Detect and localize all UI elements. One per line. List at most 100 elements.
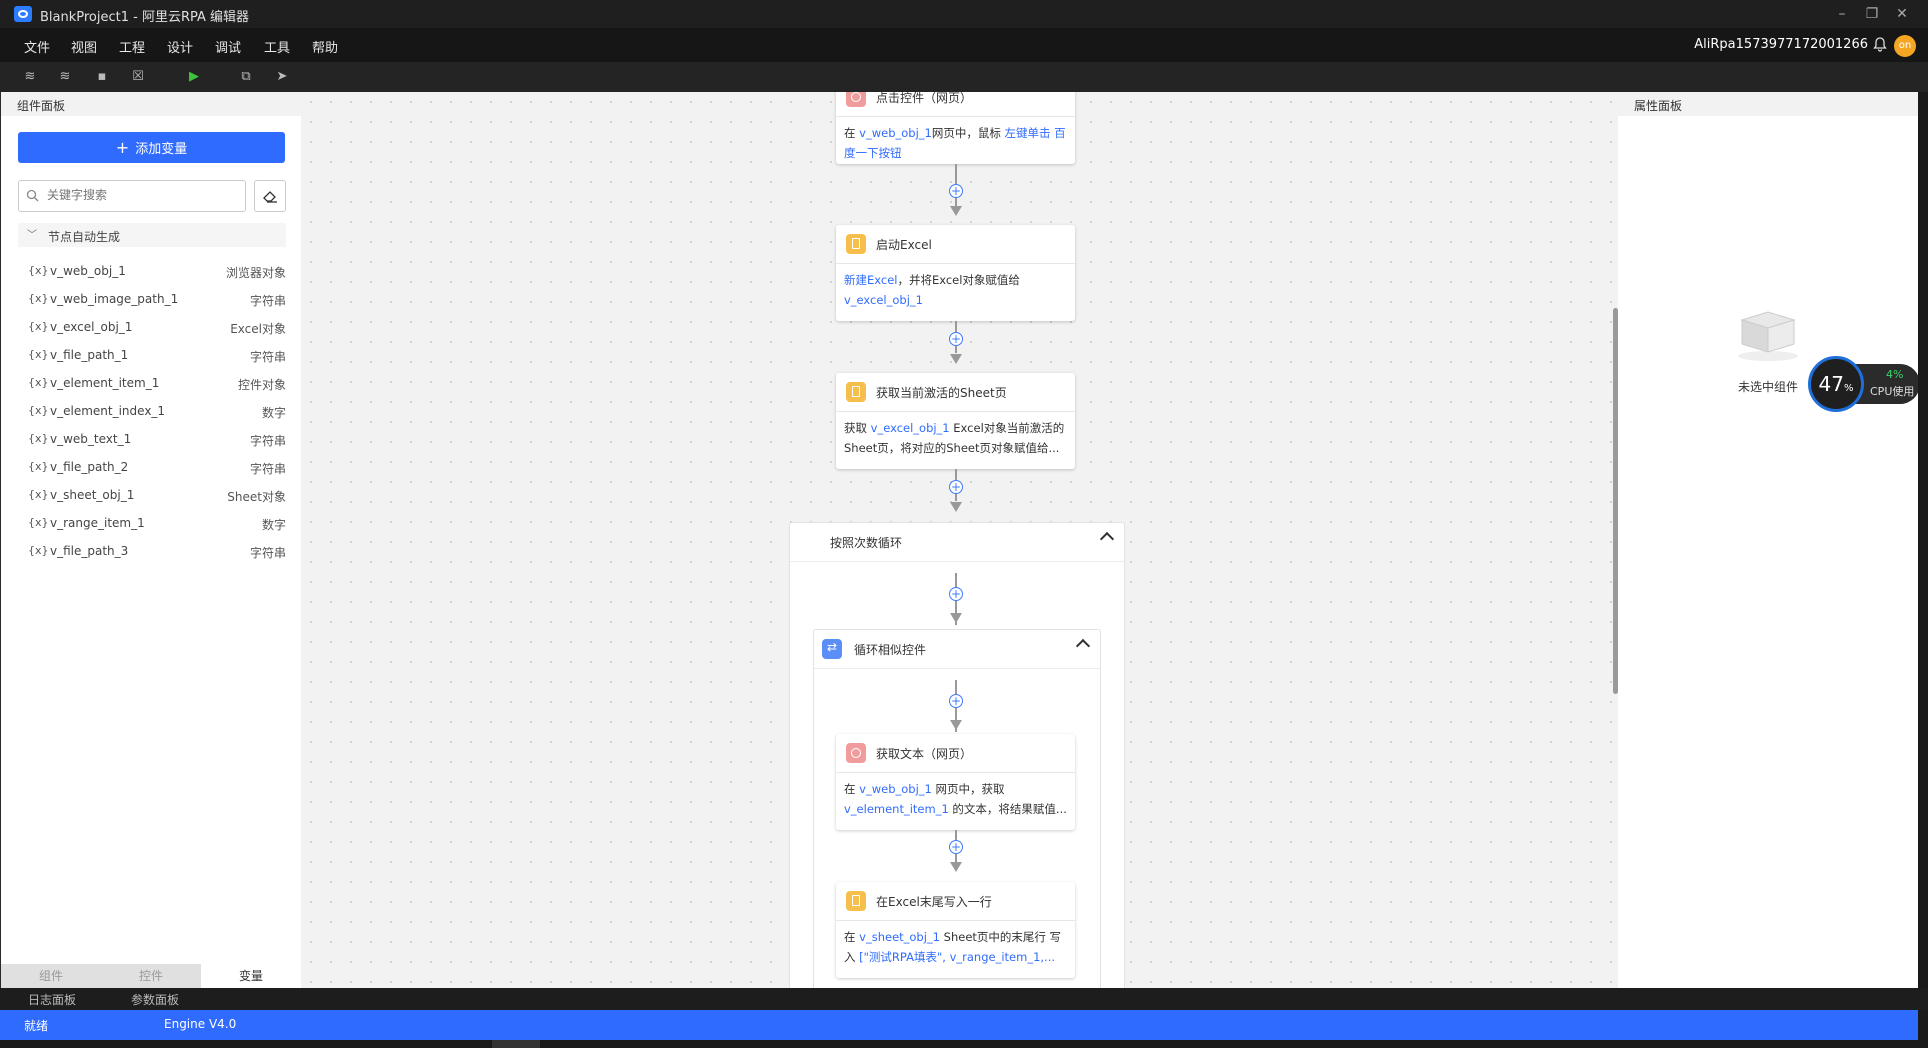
restore-button[interactable]: ❐ (1860, 4, 1884, 24)
desc-text: 在 (844, 782, 860, 796)
flow-canvas[interactable]: 点击控件（网页） 在 v_web_obj_1网页中，鼠标 左键单击 百度一下按钮… (301, 92, 1618, 988)
user-name[interactable]: AliRpa1573977172001266 (1694, 37, 1868, 52)
tab-controls[interactable]: 控件 (101, 964, 201, 988)
variable-icon: {x} (28, 404, 49, 417)
variable-item[interactable]: {x} v_file_path_3 字符串 (28, 538, 286, 566)
horizontal-scroll-thumb[interactable] (492, 1040, 540, 1048)
panel-header: 组件面板 (1, 92, 301, 116)
desc-variable[interactable]: v_element_item_1 (844, 802, 949, 816)
tab-components[interactable]: 组件 (1, 964, 101, 988)
empty-state-text: 未选中组件 (1738, 380, 1799, 394)
search-input[interactable] (45, 187, 239, 203)
add-node-icon[interactable]: + (949, 694, 963, 708)
node-title: 启动Excel (876, 238, 932, 252)
chevron-up-icon[interactable] (1075, 638, 1091, 654)
close-button[interactable]: ✕ (1890, 4, 1914, 24)
desc-variable[interactable]: v_sheet_obj_1 (859, 930, 940, 944)
left-panel-tabs: 组件 控件 变量 (1, 964, 301, 988)
copy-icon[interactable]: ⧉ (238, 69, 254, 85)
group-label: 节点自动生成 (48, 230, 121, 244)
variable-type: 数字 (261, 518, 286, 532)
menu-project[interactable]: 工程 (119, 37, 145, 56)
tab-variables[interactable]: 变量 (201, 964, 301, 988)
add-node-icon[interactable]: + (949, 332, 963, 346)
menu-tools[interactable]: 工具 (264, 37, 290, 56)
close-project-icon[interactable]: ☒ (130, 69, 146, 85)
bell-icon[interactable] (1872, 36, 1888, 52)
variable-icon: {x} (28, 516, 49, 529)
eraser-icon (263, 191, 277, 203)
variable-name: v_web_image_path_1 (50, 292, 179, 306)
node-write-excel-row[interactable]: 在Excel末尾写入一行 在 v_sheet_obj_1 Sheet页中的末尾行… (836, 882, 1075, 978)
layers-alt-icon[interactable]: ≋ (57, 69, 73, 85)
app-logo-icon (14, 6, 32, 22)
desc-variable[interactable]: v_excel_obj_1 (871, 421, 950, 435)
desc-variable[interactable]: v_excel_obj_1 (844, 293, 923, 307)
chevron-down-icon: ﹀ (27, 230, 37, 241)
variable-icon: {x} (28, 460, 49, 473)
variable-item[interactable]: {x} v_web_text_1 字符串 (28, 426, 286, 454)
variable-item[interactable]: {x} v_element_index_1 数字 (28, 398, 286, 426)
tab-log-panel[interactable]: 日志面板 (28, 991, 76, 1008)
node-title: 点击控件（网页） (876, 92, 973, 105)
desc-value[interactable]: ["测试RPA填表", v_range_item_1,... (859, 950, 1055, 964)
loop-similar-controls[interactable]: 循环相似控件 + 获取文本（网页） 在 v_web_obj_1 网页中，获取 v… (813, 629, 1101, 988)
save-icon[interactable]: ▪ (94, 69, 110, 85)
status-bar: 就绪 Engine V4.0 (0, 1010, 1918, 1040)
chevron-up-icon[interactable] (1099, 531, 1115, 547)
variable-item[interactable]: {x} v_range_item_1 数字 (28, 510, 286, 538)
variable-item[interactable]: {x} v_excel_obj_1 Excel对象 (28, 314, 286, 342)
variable-item[interactable]: {x} v_web_image_path_1 字符串 (28, 286, 286, 314)
minimize-button[interactable]: – (1830, 4, 1854, 24)
variable-item[interactable]: {x} v_file_path_2 字符串 (28, 454, 286, 482)
tab-param-panel[interactable]: 参数面板 (131, 991, 179, 1008)
menu-help[interactable]: 帮助 (312, 37, 338, 56)
bottom-strip (0, 1040, 1928, 1048)
node-get-active-sheet[interactable]: 获取当前激活的Sheet页 获取 v_excel_obj_1 Excel对象当前… (836, 373, 1075, 469)
arrow-icon (950, 613, 962, 623)
panel-title: 属性面板 (1634, 99, 1683, 113)
node-title: 获取当前激活的Sheet页 (876, 386, 1007, 400)
desc-text: 在 (844, 126, 860, 140)
add-node-icon[interactable]: + (949, 480, 963, 494)
variable-group[interactable]: ﹀ 节点自动生成 (18, 223, 286, 247)
panel-header: 属性面板 (1618, 92, 1918, 116)
variable-name: v_file_path_2 (50, 460, 129, 474)
variable-item[interactable]: {x} v_element_item_1 控件对象 (28, 370, 286, 398)
search-box[interactable] (18, 180, 246, 212)
variable-item[interactable]: {x} v_web_obj_1 浏览器对象 (28, 258, 286, 286)
variable-item[interactable]: {x} v_file_path_1 字符串 (28, 342, 286, 370)
menu-design[interactable]: 设计 (167, 37, 193, 56)
variable-type: 字符串 (249, 350, 286, 364)
run-icon[interactable]: ▶ (186, 69, 202, 85)
layers-icon[interactable]: ≋ (22, 69, 38, 85)
add-node-icon[interactable]: + (949, 840, 963, 854)
menu-file[interactable]: 文件 (24, 37, 50, 56)
engine-version: Engine V4.0 (164, 1017, 237, 1031)
variable-item[interactable]: {x} v_sheet_obj_1 Sheet对象 (28, 482, 286, 510)
avatar[interactable]: on (1894, 35, 1916, 57)
node-header: 获取当前激活的Sheet页 (836, 373, 1075, 412)
desc-variable[interactable]: v_web_obj_1 (859, 782, 932, 796)
add-variable-button[interactable]: + 添加变量 (18, 132, 285, 163)
menu-view[interactable]: 视图 (71, 37, 97, 56)
cpu-monitor[interactable]: 47% 4% CPU使用 (1808, 356, 1920, 412)
loop-by-count[interactable]: 按照次数循环 + 循环相似控件 + 获取文本（网页） 在 v (789, 522, 1125, 988)
desc-action[interactable]: 新建Excel (844, 273, 897, 287)
add-variable-label: 添加变量 (135, 142, 188, 157)
clear-search-button[interactable] (254, 180, 286, 212)
component-panel: 组件面板 + 添加变量 ﹀ 节点自动生成 组件 控件 变量 {x} v_web_o… (0, 92, 301, 988)
publish-icon[interactable]: ➤ (274, 69, 290, 85)
desc-text: 在 (844, 930, 860, 944)
arrow-icon (950, 862, 962, 872)
node-start-excel[interactable]: 启动Excel 新建Excel，并将Excel对象赋值给 v_excel_obj… (836, 225, 1075, 321)
node-get-text[interactable]: 获取文本（网页） 在 v_web_obj_1 网页中，获取 v_element_… (836, 734, 1075, 830)
desc-text: 网页中，获取 (931, 782, 1005, 796)
desc-variable[interactable]: v_web_obj_1 (859, 126, 932, 140)
node-description: 在 v_web_obj_1 网页中，获取 v_element_item_1 的文… (844, 779, 1069, 819)
node-description: 在 v_web_obj_1网页中，鼠标 左键单击 百度一下按钮 (844, 123, 1069, 163)
add-node-icon[interactable]: + (949, 587, 963, 601)
menu-debug[interactable]: 调试 (215, 37, 241, 56)
node-click-control[interactable]: 点击控件（网页） 在 v_web_obj_1网页中，鼠标 左键单击 百度一下按钮 (836, 92, 1075, 164)
add-node-icon[interactable]: + (949, 184, 963, 198)
